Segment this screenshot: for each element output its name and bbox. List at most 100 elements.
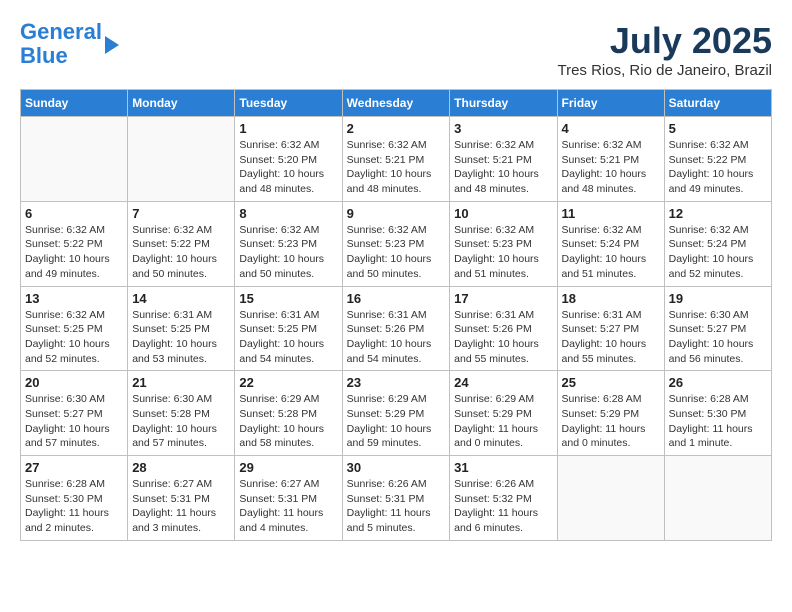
day-number: 19 — [669, 291, 767, 306]
day-info: Sunrise: 6:32 AM Sunset: 5:22 PM Dayligh… — [25, 223, 123, 282]
day-info: Sunrise: 6:31 AM Sunset: 5:25 PM Dayligh… — [132, 308, 230, 367]
location: Tres Rios, Rio de Janeiro, Brazil — [557, 62, 772, 79]
day-number: 11 — [562, 206, 660, 221]
day-info: Sunrise: 6:28 AM Sunset: 5:29 PM Dayligh… — [562, 392, 660, 451]
page-header: General Blue July 2025 Tres Rios, Rio de… — [20, 20, 772, 79]
col-header-sunday: Sunday — [21, 90, 128, 117]
day-info: Sunrise: 6:32 AM Sunset: 5:23 PM Dayligh… — [347, 223, 446, 282]
day-info: Sunrise: 6:27 AM Sunset: 5:31 PM Dayligh… — [239, 477, 337, 536]
day-info: Sunrise: 6:28 AM Sunset: 5:30 PM Dayligh… — [25, 477, 123, 536]
day-info: Sunrise: 6:32 AM Sunset: 5:23 PM Dayligh… — [239, 223, 337, 282]
day-info: Sunrise: 6:32 AM Sunset: 5:20 PM Dayligh… — [239, 138, 337, 197]
day-cell: 4Sunrise: 6:32 AM Sunset: 5:21 PM Daylig… — [557, 117, 664, 202]
day-cell: 29 Sunrise: 6:27 AM Sunset: 5:31 PM Dayli… — [235, 456, 342, 541]
day-number: 27 — [25, 460, 123, 475]
title-block: July 2025 Tres Rios, Rio de Janeiro, Bra… — [557, 20, 772, 79]
day-cell: 16 Sunrise: 6:31 AM Sunset: 5:26 PM Dayli… — [342, 286, 450, 371]
day-cell: 17 Sunrise: 6:31 AM Sunset: 5:26 PM Dayli… — [450, 286, 557, 371]
day-number: 28 — [132, 460, 230, 475]
day-number: 14 — [132, 291, 230, 306]
day-cell: 27 Sunrise: 6:28 AM Sunset: 5:30 PM Dayli… — [21, 456, 128, 541]
day-number: 10 — [454, 206, 552, 221]
day-number: 4 — [562, 121, 660, 136]
day-number: 15 — [239, 291, 337, 306]
day-info: Sunrise: 6:31 AM Sunset: 5:26 PM Dayligh… — [347, 308, 446, 367]
col-header-monday: Monday — [128, 90, 235, 117]
day-cell — [557, 456, 664, 541]
day-cell: 24 Sunrise: 6:29 AM Sunset: 5:29 PM Dayli… — [450, 371, 557, 456]
day-info: Sunrise: 6:32 AM Sunset: 5:23 PM Dayligh… — [454, 223, 552, 282]
day-number: 13 — [25, 291, 123, 306]
day-info: Sunrise: 6:28 AM Sunset: 5:30 PM Dayligh… — [669, 392, 767, 451]
day-cell: 23Sunrise: 6:29 AM Sunset: 5:29 PM Dayli… — [342, 371, 450, 456]
day-number: 26 — [669, 375, 767, 390]
logo-arrow-icon — [105, 36, 119, 54]
day-info: Sunrise: 6:32 AM Sunset: 5:21 PM Dayligh… — [347, 138, 446, 197]
day-cell: 3Sunrise: 6:32 AM Sunset: 5:21 PM Daylig… — [450, 117, 557, 202]
day-info: Sunrise: 6:31 AM Sunset: 5:27 PM Dayligh… — [562, 308, 660, 367]
logo-general: General — [20, 19, 102, 44]
day-number: 24 — [454, 375, 552, 390]
day-number: 3 — [454, 121, 552, 136]
day-number: 25 — [562, 375, 660, 390]
day-number: 8 — [239, 206, 337, 221]
day-info: Sunrise: 6:32 AM Sunset: 5:25 PM Dayligh… — [25, 308, 123, 367]
logo: General Blue — [20, 20, 119, 68]
week-row-3: 13 Sunrise: 6:32 AM Sunset: 5:25 PM Dayli… — [21, 286, 772, 371]
day-cell: 19 Sunrise: 6:30 AM Sunset: 5:27 PM Dayli… — [664, 286, 771, 371]
day-number: 29 — [239, 460, 337, 475]
day-cell: 31 Sunrise: 6:26 AM Sunset: 5:32 PM Dayli… — [450, 456, 557, 541]
day-number: 31 — [454, 460, 552, 475]
logo-text: General Blue — [20, 20, 102, 68]
calendar-table: SundayMondayTuesdayWednesdayThursdayFrid… — [20, 89, 772, 541]
day-cell: 30Sunrise: 6:26 AM Sunset: 5:31 PM Dayli… — [342, 456, 450, 541]
week-row-4: 20Sunrise: 6:30 AM Sunset: 5:27 PM Dayli… — [21, 371, 772, 456]
day-number: 5 — [669, 121, 767, 136]
day-info: Sunrise: 6:32 AM Sunset: 5:24 PM Dayligh… — [669, 223, 767, 282]
day-cell: 2 Sunrise: 6:32 AM Sunset: 5:21 PM Daylig… — [342, 117, 450, 202]
day-info: Sunrise: 6:26 AM Sunset: 5:31 PM Dayligh… — [347, 477, 446, 536]
day-info: Sunrise: 6:32 AM Sunset: 5:22 PM Dayligh… — [669, 138, 767, 197]
day-number: 9 — [347, 206, 446, 221]
day-cell: 8 Sunrise: 6:32 AM Sunset: 5:23 PM Daylig… — [235, 201, 342, 286]
day-cell: 28Sunrise: 6:27 AM Sunset: 5:31 PM Dayli… — [128, 456, 235, 541]
day-cell: 20Sunrise: 6:30 AM Sunset: 5:27 PM Dayli… — [21, 371, 128, 456]
day-cell: 25 Sunrise: 6:28 AM Sunset: 5:29 PM Dayli… — [557, 371, 664, 456]
day-cell: 14 Sunrise: 6:31 AM Sunset: 5:25 PM Dayli… — [128, 286, 235, 371]
day-info: Sunrise: 6:29 AM Sunset: 5:29 PM Dayligh… — [347, 392, 446, 451]
day-cell — [664, 456, 771, 541]
day-number: 20 — [25, 375, 123, 390]
day-info: Sunrise: 6:29 AM Sunset: 5:28 PM Dayligh… — [239, 392, 337, 451]
day-number: 16 — [347, 291, 446, 306]
day-cell: 26 Sunrise: 6:28 AM Sunset: 5:30 PM Dayli… — [664, 371, 771, 456]
day-cell — [128, 117, 235, 202]
col-header-thursday: Thursday — [450, 90, 557, 117]
day-info: Sunrise: 6:30 AM Sunset: 5:27 PM Dayligh… — [669, 308, 767, 367]
day-cell: 21Sunrise: 6:30 AM Sunset: 5:28 PM Dayli… — [128, 371, 235, 456]
day-cell — [21, 117, 128, 202]
day-number: 18 — [562, 291, 660, 306]
day-cell: 10 Sunrise: 6:32 AM Sunset: 5:23 PM Dayli… — [450, 201, 557, 286]
col-header-saturday: Saturday — [664, 90, 771, 117]
day-info: Sunrise: 6:32 AM Sunset: 5:22 PM Dayligh… — [132, 223, 230, 282]
day-cell: 12 Sunrise: 6:32 AM Sunset: 5:24 PM Dayli… — [664, 201, 771, 286]
day-info: Sunrise: 6:31 AM Sunset: 5:25 PM Dayligh… — [239, 308, 337, 367]
day-cell: 22 Sunrise: 6:29 AM Sunset: 5:28 PM Dayli… — [235, 371, 342, 456]
day-info: Sunrise: 6:26 AM Sunset: 5:32 PM Dayligh… — [454, 477, 552, 536]
day-cell: 15 Sunrise: 6:31 AM Sunset: 5:25 PM Dayli… — [235, 286, 342, 371]
col-header-wednesday: Wednesday — [342, 90, 450, 117]
day-number: 17 — [454, 291, 552, 306]
week-row-2: 6Sunrise: 6:32 AM Sunset: 5:22 PM Daylig… — [21, 201, 772, 286]
day-number: 22 — [239, 375, 337, 390]
day-cell: 11Sunrise: 6:32 AM Sunset: 5:24 PM Dayli… — [557, 201, 664, 286]
day-cell: 1Sunrise: 6:32 AM Sunset: 5:20 PM Daylig… — [235, 117, 342, 202]
day-number: 7 — [132, 206, 230, 221]
day-number: 12 — [669, 206, 767, 221]
day-cell: 18 Sunrise: 6:31 AM Sunset: 5:27 PM Dayli… — [557, 286, 664, 371]
week-row-1: 1Sunrise: 6:32 AM Sunset: 5:20 PM Daylig… — [21, 117, 772, 202]
day-info: Sunrise: 6:31 AM Sunset: 5:26 PM Dayligh… — [454, 308, 552, 367]
day-number: 2 — [347, 121, 446, 136]
day-info: Sunrise: 6:29 AM Sunset: 5:29 PM Dayligh… — [454, 392, 552, 451]
month-title: July 2025 — [557, 20, 772, 62]
col-header-friday: Friday — [557, 90, 664, 117]
